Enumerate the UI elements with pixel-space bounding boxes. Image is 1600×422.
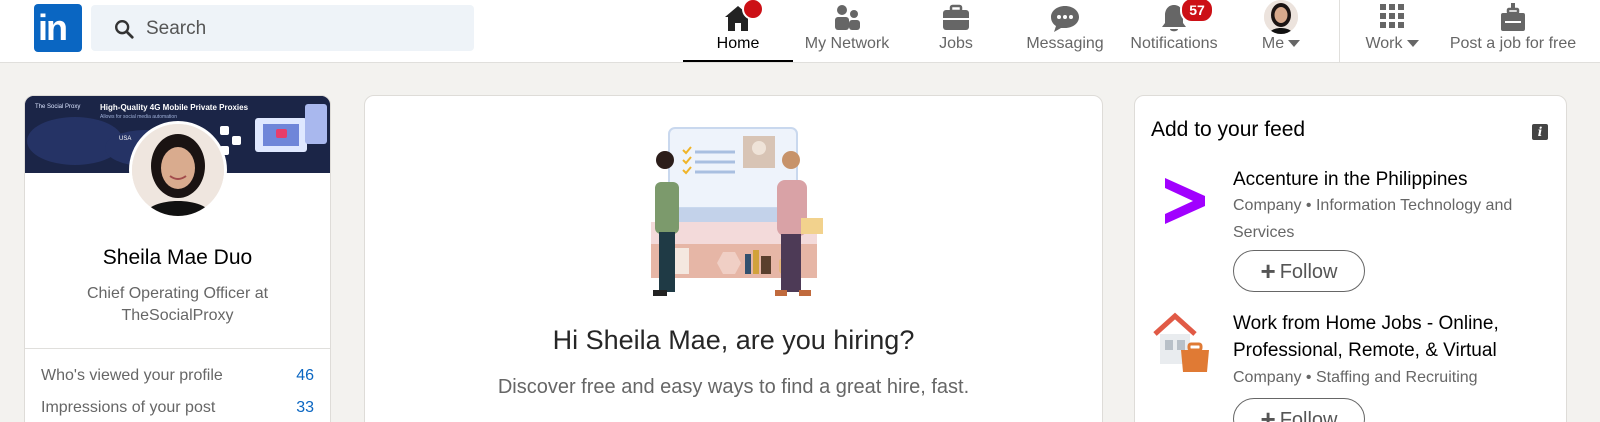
nav-notifications-label: Notifications [1130,35,1218,52]
work-from-home-logo[interactable] [1151,310,1215,374]
plus-icon: + [1260,404,1276,422]
nav-post-job-label: Post a job for free [1449,35,1577,52]
stat-value: 46 [296,367,314,384]
logo-text: in [38,7,68,48]
messaging-icon [1051,6,1079,32]
follow-button[interactable]: + Follow [1233,398,1365,422]
follow-button-label: Follow [1279,409,1338,422]
profile-divider [25,348,330,349]
add-to-feed-card: Add to your feed i Accenture in the Phil… [1134,95,1567,422]
top-navigation: in Search Home My Network Jobs Messaging… [0,0,1600,63]
house-briefcase-icon [1151,310,1215,374]
notifications-count-badge: 57 [1180,0,1214,23]
nav-post-job[interactable]: Post a job for free [1443,0,1583,62]
nav-jobs-label: Jobs [939,35,973,52]
nav-my-network-label: My Network [804,35,890,52]
banner-brand: The Social Proxy [35,104,81,110]
stat-label: Who's viewed your profile [41,367,223,384]
feed-item-name[interactable]: Work from Home Jobs - Online, Profession… [1233,310,1543,364]
nav-messaging[interactable]: Messaging [1013,0,1117,62]
stat-profile-views[interactable]: Who's viewed your profile 46 [41,367,314,385]
nav-me-text: Me [1261,35,1285,52]
nav-work-label: Work [1352,35,1432,53]
accenture-logo[interactable] [1151,166,1215,230]
search-box[interactable]: Search [91,5,474,51]
nav-home[interactable]: Home [683,0,793,62]
post-job-briefcase-icon [1501,3,1525,31]
profile-avatar[interactable] [129,121,227,219]
follow-button-label: Follow [1279,261,1338,283]
nav-notifications[interactable]: 57 Notifications [1122,0,1226,62]
feed-item-meta: Company • Staffing and Recruiting [1233,369,1478,386]
chevron-down-icon [1288,40,1301,48]
nav-messaging-label: Messaging [1026,35,1104,52]
plus-icon: + [1260,256,1276,286]
me-avatar [1264,0,1298,34]
network-icon [835,5,860,30]
profile-photo-icon [132,124,224,216]
hiring-title: Hi Sheila Mae, are you hiring? [552,325,915,355]
nav-my-network[interactable]: My Network [795,0,899,62]
profile-card: The Social Proxy High-Quality 4G Mobile … [24,95,331,422]
nav-me-label: Me [1236,35,1326,53]
grid-menu-icon [1380,4,1404,28]
hiring-card: Hi Sheila Mae, are you hiring? Discover … [364,95,1103,422]
linkedin-logo[interactable]: in [34,4,82,52]
feed-item-name[interactable]: Accenture in the Philippines [1233,166,1543,193]
user-photo-icon [1264,0,1298,34]
banner-country: USA [119,136,132,142]
hiring-subtitle: Discover free and easy ways to find a gr… [497,376,970,398]
nav-jobs[interactable]: Jobs [906,0,1006,62]
info-icon[interactable]: i [1532,124,1548,140]
stat-post-impressions[interactable]: Impressions of your post 33 [41,399,314,417]
profile-name[interactable]: Sheila Mae Duo [25,246,330,270]
home-notification-dot [742,0,764,20]
nav-home-label: Home [716,35,760,52]
accenture-chevron-icon [1151,166,1215,230]
banner-title: High-Quality 4G Mobile Private Proxies [100,103,249,112]
search-icon [115,20,134,39]
profile-headline: Chief Operating Officer at TheSocialProx… [86,285,269,324]
briefcase-icon [943,4,969,30]
feed-item-meta: Company • Information Technology and Ser… [1233,197,1513,241]
stat-label: Impressions of your post [41,399,216,416]
search-input[interactable]: Search [146,18,206,40]
chevron-down-icon [1406,40,1419,48]
banner-subtitle: Allows for social media automation [100,114,177,120]
nav-work[interactable]: Work [1352,0,1432,62]
stat-value: 33 [296,399,314,416]
follow-button[interactable]: + Follow [1233,250,1365,292]
nav-work-text: Work [1365,35,1403,52]
nav-divider [1339,0,1340,62]
feed-title: Add to your feed [1151,118,1306,141]
hiring-illustration [651,127,823,296]
nav-me[interactable]: Me [1236,0,1326,62]
